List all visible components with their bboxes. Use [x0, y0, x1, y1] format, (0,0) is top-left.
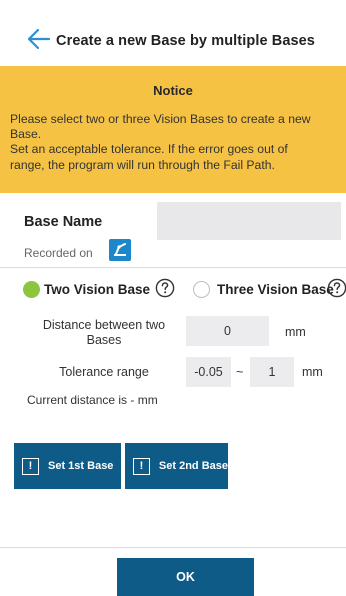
distance-input[interactable] — [186, 316, 269, 346]
base-name-label: Base Name — [24, 214, 103, 230]
distance-label: Distance between two Bases — [36, 318, 172, 348]
divider — [0, 267, 346, 268]
set-2nd-base-label: Set 2nd Base — [158, 460, 228, 472]
notice-line: Base. — [10, 127, 42, 142]
radio-label-three-vision-base[interactable]: Three Vision Base — [217, 282, 334, 297]
set-1st-base-label: Set 1st Base — [48, 460, 114, 472]
ok-button[interactable]: OK — [117, 558, 254, 596]
arrow-left-icon[interactable] — [27, 28, 51, 50]
divider — [0, 547, 346, 548]
notice-line: Set an acceptable tolerance. If the erro… — [10, 142, 288, 157]
recorded-on-label: Recorded on — [24, 246, 93, 260]
tolerance-unit: mm — [302, 365, 323, 379]
tolerance-label: Tolerance range — [59, 365, 149, 379]
notice-body: Please select two or three Vision Bases … — [10, 112, 342, 173]
distance-label-line: Distance between two — [42, 318, 166, 332]
question-circle-icon[interactable] — [155, 278, 175, 298]
distance-unit: mm — [285, 325, 306, 339]
question-circle-icon[interactable] — [327, 278, 346, 298]
set-1st-base-button[interactable]: ! Set 1st Base — [14, 443, 121, 489]
header: Create a new Base by multiple Bases — [0, 0, 346, 66]
base-name-input[interactable] — [157, 202, 341, 240]
robot-arm-icon[interactable] — [109, 239, 131, 261]
page-title: Create a new Base by multiple Bases — [56, 33, 315, 49]
exclamation-box-icon: ! — [133, 457, 150, 475]
exclamation-box-icon: ! — [22, 457, 39, 475]
notice-line: Please select two or three Vision Bases … — [10, 112, 311, 126]
tolerance-separator: ~ — [236, 365, 244, 379]
tolerance-min-input[interactable] — [186, 357, 231, 387]
set-2nd-base-button[interactable]: ! Set 2nd Base — [125, 443, 228, 489]
notice-line: range, the program will run through the … — [10, 157, 275, 172]
radio-two-vision-base[interactable] — [23, 281, 40, 298]
radio-label-two-vision-base[interactable]: Two Vision Base — [44, 282, 150, 297]
radio-three-vision-base[interactable] — [193, 281, 210, 298]
distance-label-line: Bases — [86, 333, 122, 347]
tolerance-max-input[interactable] — [250, 357, 294, 387]
notice-title: Notice — [153, 83, 193, 98]
current-distance-text: Current distance is - mm — [27, 393, 158, 407]
notice-panel: Notice Please select two or three Vision… — [0, 66, 346, 193]
